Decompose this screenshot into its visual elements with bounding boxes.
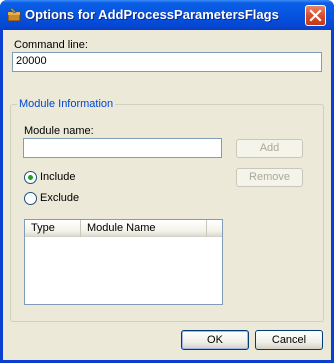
include-label[interactable]: Include (40, 171, 75, 183)
module-info-title: Module Information (17, 98, 116, 110)
cancel-button[interactable]: Cancel (255, 330, 323, 350)
module-name-input[interactable] (23, 138, 222, 158)
remove-button[interactable]: Remove (236, 168, 303, 187)
module-name-label: Module name: (24, 125, 94, 137)
command-line-label: Command line: (14, 39, 88, 51)
column-header-module-name[interactable]: Module Name (81, 220, 207, 237)
add-button[interactable]: Add (236, 139, 303, 158)
exclude-label[interactable]: Exclude (40, 192, 79, 204)
column-header-type[interactable]: Type (25, 220, 81, 237)
ok-button[interactable]: OK (181, 330, 249, 350)
window-title: Options for AddProcessParametersFlags (25, 7, 279, 22)
list-header: Type Module Name (25, 220, 222, 237)
include-radio[interactable] (24, 171, 37, 184)
title-bar[interactable]: Options for AddProcessParametersFlags (0, 0, 334, 30)
command-line-label-text: Command line: (14, 39, 88, 51)
module-list[interactable]: Type Module Name (24, 219, 223, 305)
dialog-window: Options for AddProcessParametersFlags Co… (0, 0, 334, 363)
radio-selected-dot (28, 175, 33, 180)
dialog-body: Command line: 20000 Module Information M… (3, 30, 331, 360)
app-tool-icon (6, 7, 22, 23)
command-line-input[interactable]: 20000 (12, 52, 322, 72)
exclude-radio[interactable] (24, 192, 37, 205)
close-x-icon (309, 9, 322, 22)
close-button[interactable] (305, 5, 326, 26)
